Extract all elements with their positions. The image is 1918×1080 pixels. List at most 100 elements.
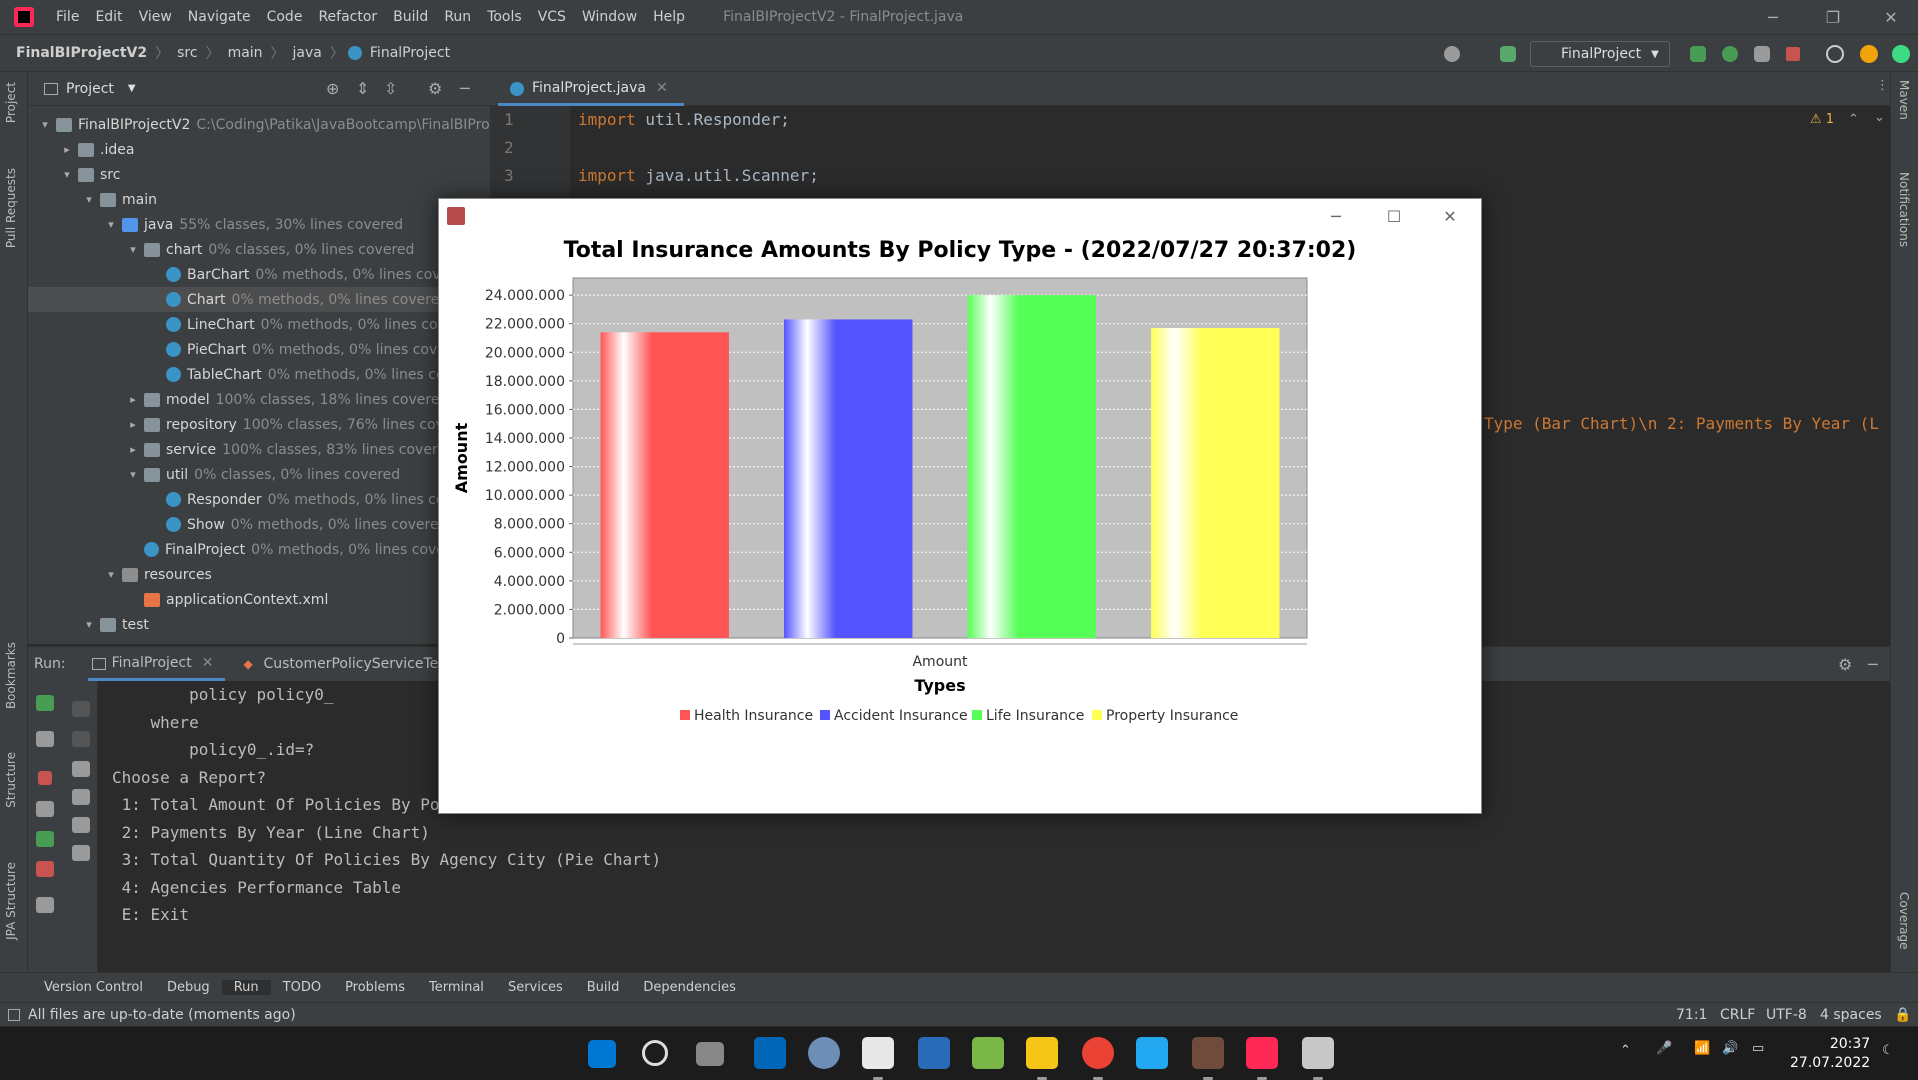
close-icon[interactable]: ✕	[1427, 199, 1473, 233]
snipping-tool-icon[interactable]	[862, 1037, 894, 1080]
breadcrumb-java[interactable]: java	[289, 45, 326, 61]
update-icon[interactable]	[1860, 45, 1878, 63]
battery-icon[interactable]: ▭	[1752, 1041, 1764, 1056]
breadcrumb-main[interactable]: main	[224, 45, 267, 61]
run-configuration-select[interactable]: FinalProject ▼	[1530, 41, 1670, 67]
rerun-icon[interactable]	[1690, 46, 1706, 62]
chevron-down-icon[interactable]: ▾	[82, 193, 96, 206]
scroll-to-end-icon[interactable]	[72, 789, 90, 805]
task-view-icon[interactable]	[696, 1042, 724, 1066]
java-app-icon[interactable]	[1302, 1037, 1334, 1080]
breadcrumb-finalproject[interactable]: FinalProject	[366, 45, 454, 61]
warning-icon[interactable]: ⚠ 1	[1810, 112, 1834, 127]
menu-code[interactable]: Code	[259, 9, 311, 25]
bottom-tab-version-control[interactable]: Version Control	[32, 980, 155, 995]
tree-item-finalproject[interactable]: FinalProject 0% methods, 0% lines covered	[28, 537, 490, 562]
rerun-icon[interactable]	[36, 695, 54, 711]
collapse-all-icon[interactable]: ⇳	[384, 79, 397, 98]
system-clock[interactable]: 20:37 27.07.2022	[1790, 1035, 1870, 1073]
tree-item-resources[interactable]: ▾ resources	[28, 562, 490, 587]
minimize-icon[interactable]: ─	[1313, 199, 1359, 233]
settings-icon[interactable]	[808, 1037, 840, 1069]
bottom-tab-problems[interactable]: Problems	[333, 980, 417, 995]
tree-item-chart[interactable]: ▾ chart 0% classes, 0% lines covered	[28, 237, 490, 262]
hide-panel-icon[interactable]: ─	[460, 79, 470, 98]
tool-tab-coverage[interactable]: Coverage	[1897, 892, 1911, 950]
chrome-icon[interactable]	[1082, 1037, 1114, 1080]
bottom-tab-build[interactable]: Build	[575, 980, 632, 995]
tree-item-finalbiprojectv2[interactable]: ▾ FinalBIProjectV2 C:\Coding\Patika\JavaBo…	[28, 112, 490, 137]
close-icon[interactable]: ✕	[1868, 0, 1914, 34]
restore-icon[interactable]: ❐	[1810, 0, 1856, 34]
gear-icon[interactable]: ⚙	[428, 79, 442, 98]
trash-icon[interactable]	[72, 845, 90, 861]
menu-edit[interactable]: Edit	[87, 9, 130, 25]
bottom-tab-terminal[interactable]: Terminal	[417, 980, 496, 995]
tree-item-applicationcontext-xml[interactable]: applicationContext.xml	[28, 587, 490, 612]
chevron-down-icon[interactable]: ▾	[82, 618, 96, 631]
tree-item--idea[interactable]: ▸ .idea	[28, 137, 490, 162]
exit-icon[interactable]	[36, 861, 54, 877]
minimize-icon[interactable]: ─	[1750, 0, 1796, 34]
tool-tab-maven[interactable]: Maven	[1897, 80, 1911, 120]
tree-item-src[interactable]: ▾ src	[28, 162, 490, 187]
menu-file[interactable]: File	[48, 9, 87, 25]
greenshot-icon[interactable]	[972, 1037, 1004, 1069]
tree-item-util[interactable]: ▾ util 0% classes, 0% lines covered	[28, 462, 490, 487]
expand-all-icon[interactable]: ⇕	[356, 79, 369, 98]
notification-moon-icon[interactable]: ☾	[1882, 1043, 1894, 1058]
menu-refactor[interactable]: Refactor	[310, 9, 385, 25]
tool-tab-jpa-structure[interactable]: JPA Structure	[4, 862, 18, 940]
arrow-down-icon[interactable]	[72, 731, 90, 747]
indent-setting[interactable]: 4 spaces	[1820, 1007, 1882, 1023]
print-icon[interactable]	[72, 817, 90, 833]
vscode-icon[interactable]	[1136, 1037, 1168, 1069]
intellij-icon[interactable]	[1246, 1037, 1278, 1080]
bottom-tab-dependencies[interactable]: Dependencies	[631, 980, 748, 995]
app-icon[interactable]	[1192, 1037, 1224, 1080]
tool-tab-structure[interactable]: Structure	[4, 752, 18, 808]
menu-tools[interactable]: Tools	[479, 9, 530, 25]
run-tab-customerpolicyservicetest[interactable]: ◆ CustomerPolicyServiceTest	[239, 656, 451, 672]
locate-icon[interactable]: ⊕	[326, 79, 339, 98]
chevron-down-icon[interactable]: ▾	[104, 568, 118, 581]
remote-desktop-icon[interactable]	[918, 1037, 950, 1069]
file-encoding[interactable]: UTF-8	[1766, 1007, 1807, 1023]
volume-icon[interactable]: 🔊	[1722, 1041, 1738, 1056]
stop-icon[interactable]	[1786, 47, 1800, 61]
debug-bug-icon[interactable]	[1722, 46, 1738, 62]
tree-item-barchart[interactable]: BarChart 0% methods, 0% lines covered	[28, 262, 490, 287]
tool-tab-notifications[interactable]: Notifications	[1897, 172, 1911, 247]
editor-tab-finalproject[interactable]: FinalProject.java ✕	[498, 72, 684, 106]
chevron-down-icon[interactable]: ▾	[38, 118, 52, 131]
chevron-right-icon[interactable]: ▸	[126, 418, 140, 431]
menu-view[interactable]: View	[131, 9, 180, 25]
chevron-down-icon[interactable]: ▾	[104, 218, 118, 231]
jetbrains-toolbox-icon[interactable]	[1892, 45, 1910, 63]
chevron-down-icon[interactable]: ▾	[60, 168, 74, 181]
camera-icon[interactable]	[36, 801, 54, 817]
tool-tab-project[interactable]: Project	[4, 82, 18, 123]
tool-tab-pull-requests[interactable]: Pull Requests	[4, 168, 18, 248]
soft-wrap-icon[interactable]	[72, 761, 90, 777]
tree-item-linechart[interactable]: LineChart 0% methods, 0% lines covered	[28, 312, 490, 337]
l-app-icon[interactable]	[754, 1037, 786, 1069]
more-options-icon[interactable]: ⋮	[1876, 78, 1889, 93]
tree-item-chart[interactable]: Chart 0% methods, 0% lines covered	[28, 287, 490, 312]
tree-item-test[interactable]: ▾ test	[28, 612, 490, 637]
windows-start-icon[interactable]	[588, 1040, 616, 1068]
chevron-down-icon[interactable]: ⌄	[1874, 110, 1885, 125]
menu-build[interactable]: Build	[385, 9, 436, 25]
file-explorer-icon[interactable]	[1026, 1037, 1058, 1080]
tree-item-tablechart[interactable]: TableChart 0% methods, 0% lines covered	[28, 362, 490, 387]
lock-icon[interactable]: 🔒	[1894, 1007, 1911, 1023]
bottom-tab-todo[interactable]: TODO	[271, 980, 333, 995]
chart-window-titlebar[interactable]: ─ ☐ ✕	[439, 199, 1481, 233]
tree-item-piechart[interactable]: PieChart 0% methods, 0% lines covered	[28, 337, 490, 362]
tree-item-responder[interactable]: Responder 0% methods, 0% lines covered	[28, 487, 490, 512]
close-tab-icon[interactable]: ✕	[656, 80, 668, 96]
bottom-tab-debug[interactable]: Debug	[155, 980, 222, 995]
close-tab-icon[interactable]: ✕	[202, 655, 214, 671]
restart-debug-icon[interactable]	[36, 831, 54, 847]
chevron-right-icon[interactable]: ▸	[60, 143, 74, 156]
